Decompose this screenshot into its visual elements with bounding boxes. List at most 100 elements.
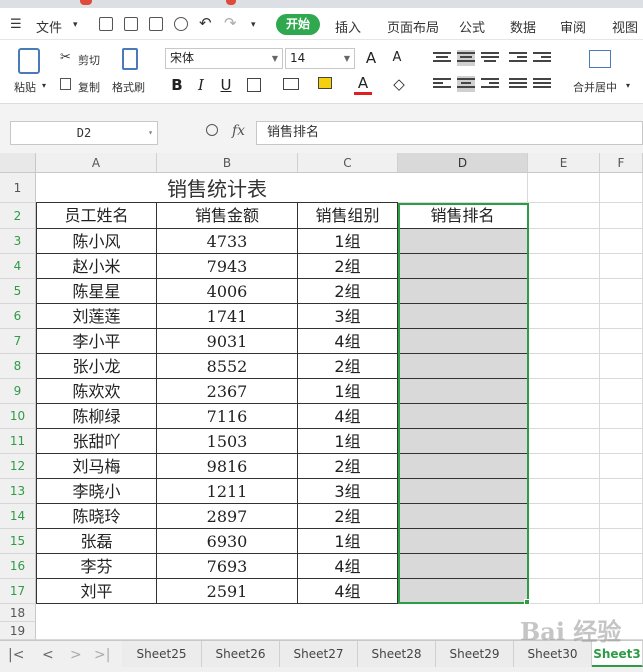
tab-home[interactable]: 开始 xyxy=(276,14,320,35)
name-cell[interactable]: 陈星星 xyxy=(36,279,157,304)
group-cell[interactable]: 4组 xyxy=(298,554,398,579)
amount-cell[interactable]: 7116 xyxy=(157,404,298,429)
amount-cell[interactable]: 2367 xyxy=(157,379,298,404)
tab-page-layout[interactable]: 页面布局 xyxy=(387,17,439,36)
row-header[interactable]: 11 xyxy=(0,429,36,454)
zoom-icon[interactable] xyxy=(206,124,218,136)
amount-cell[interactable]: 1211 xyxy=(157,479,298,504)
name-cell[interactable]: 刘平 xyxy=(36,579,157,604)
sheet-tab[interactable]: Sheet27 xyxy=(280,641,358,667)
tab-review[interactable]: 审阅 xyxy=(560,17,586,36)
cell[interactable] xyxy=(528,579,600,604)
rank-cell[interactable] xyxy=(398,379,528,404)
cell[interactable] xyxy=(528,254,600,279)
name-cell[interactable]: 陈欢欢 xyxy=(36,379,157,404)
cell[interactable] xyxy=(600,304,643,329)
amount-cell[interactable]: 4733 xyxy=(157,229,298,254)
cell[interactable] xyxy=(600,379,643,404)
name-cell[interactable]: 陈晓玲 xyxy=(36,504,157,529)
sheet-tab[interactable]: Sheet25 xyxy=(122,641,202,667)
row-header[interactable]: 15 xyxy=(0,529,36,554)
cell[interactable] xyxy=(600,173,643,203)
cell[interactable] xyxy=(600,429,643,454)
row-header[interactable]: 1 xyxy=(0,173,36,203)
last-sheet-icon[interactable]: >| xyxy=(94,647,110,663)
redo-icon[interactable]: ↷ xyxy=(224,14,237,32)
row-header[interactable]: 7 xyxy=(0,329,36,354)
align-center-icon[interactable] xyxy=(457,76,475,92)
decrease-font-icon[interactable]: A xyxy=(388,49,406,67)
cell[interactable] xyxy=(528,404,600,429)
hamburger-icon[interactable]: ☰ xyxy=(10,17,22,32)
indent-increase-icon[interactable] xyxy=(533,50,551,66)
amount-cell[interactable]: 2897 xyxy=(157,504,298,529)
rank-cell[interactable] xyxy=(398,529,528,554)
rank-cell[interactable] xyxy=(398,354,528,379)
name-cell[interactable]: 赵小米 xyxy=(36,254,157,279)
rank-cell[interactable] xyxy=(398,504,528,529)
sheet-tab-active[interactable]: Sheet3 xyxy=(592,641,643,667)
align-top-icon[interactable] xyxy=(433,50,451,66)
header-cell[interactable]: 销售金额 xyxy=(157,203,298,229)
align-middle-icon[interactable] xyxy=(457,50,475,66)
cell[interactable] xyxy=(528,173,600,203)
cell[interactable] xyxy=(600,529,643,554)
next-sheet-icon[interactable]: > xyxy=(70,647,82,663)
chevron-down-icon[interactable]: ▾ xyxy=(73,20,78,30)
more-icon[interactable]: ▾ xyxy=(251,20,256,30)
formula-input[interactable]: 销售排名 xyxy=(256,121,643,145)
name-cell[interactable]: 张甜吖 xyxy=(36,429,157,454)
undo-icon[interactable]: ↶ xyxy=(199,14,212,32)
column-header-c[interactable]: C xyxy=(298,153,398,173)
fx-icon[interactable]: fx xyxy=(232,123,245,139)
cell[interactable] xyxy=(398,173,528,203)
rank-cell[interactable] xyxy=(398,404,528,429)
merge-icon[interactable] xyxy=(283,78,299,90)
amount-cell[interactable]: 4006 xyxy=(157,279,298,304)
distribute-icon[interactable] xyxy=(533,76,551,92)
header-cell-rank[interactable]: 销售排名 xyxy=(398,203,528,229)
fill-color-icon[interactable] xyxy=(318,77,332,89)
cell[interactable] xyxy=(528,429,600,454)
cell[interactable] xyxy=(528,279,600,304)
font-size-select[interactable]: 14 ▼ xyxy=(285,48,355,69)
merge-center-icon[interactable] xyxy=(589,50,611,68)
group-cell[interactable]: 1组 xyxy=(298,229,398,254)
copy-button[interactable]: 复制 xyxy=(78,79,100,95)
cell[interactable] xyxy=(528,203,600,229)
group-cell[interactable]: 1组 xyxy=(298,529,398,554)
table-title[interactable]: 销售统计表 xyxy=(36,173,398,203)
export-icon[interactable] xyxy=(124,17,138,31)
align-bottom-icon[interactable] xyxy=(481,50,499,66)
fill-handle[interactable] xyxy=(524,599,530,605)
name-cell[interactable]: 张磊 xyxy=(36,529,157,554)
cell[interactable] xyxy=(528,379,600,404)
prev-sheet-icon[interactable]: < xyxy=(42,647,54,663)
cell[interactable] xyxy=(528,304,600,329)
group-cell[interactable]: 2组 xyxy=(298,279,398,304)
header-cell[interactable]: 员工姓名 xyxy=(36,203,157,229)
group-cell[interactable]: 1组 xyxy=(298,379,398,404)
cell[interactable] xyxy=(600,354,643,379)
preview-icon[interactable] xyxy=(174,17,188,31)
row-header[interactable]: 17 xyxy=(0,579,36,604)
group-cell[interactable]: 2组 xyxy=(298,454,398,479)
name-box[interactable]: D2 ▾ xyxy=(10,121,158,145)
cell[interactable] xyxy=(600,554,643,579)
amount-cell[interactable]: 1503 xyxy=(157,429,298,454)
amount-cell[interactable]: 8552 xyxy=(157,354,298,379)
amount-cell[interactable]: 9816 xyxy=(157,454,298,479)
cell[interactable] xyxy=(528,454,600,479)
name-cell[interactable]: 刘莲莲 xyxy=(36,304,157,329)
rank-cell[interactable] xyxy=(398,279,528,304)
tab-insert[interactable]: 插入 xyxy=(335,17,361,36)
row-header[interactable]: 9 xyxy=(0,379,36,404)
group-cell[interactable]: 3组 xyxy=(298,304,398,329)
format-painter-button[interactable]: 格式刷 xyxy=(112,79,145,95)
amount-cell[interactable]: 7693 xyxy=(157,554,298,579)
row-header[interactable]: 13 xyxy=(0,479,36,504)
name-cell[interactable]: 李芬 xyxy=(36,554,157,579)
header-cell[interactable]: 销售组别 xyxy=(298,203,398,229)
column-header-d[interactable]: D xyxy=(398,153,528,173)
rank-cell[interactable] xyxy=(398,554,528,579)
